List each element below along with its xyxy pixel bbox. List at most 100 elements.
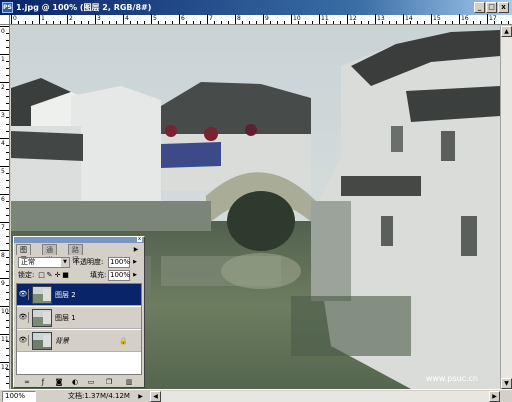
tab-channels[interactable]: 通道 <box>42 244 57 264</box>
fx-icon[interactable]: ƒ <box>38 377 48 387</box>
vertical-scrollbar[interactable]: ▲ ▼ <box>500 26 512 389</box>
ruler-label: 7 <box>209 15 213 22</box>
opacity-arrow-icon[interactable]: ▶ <box>132 257 138 268</box>
close-button[interactable]: x <box>498 2 509 13</box>
window-title: 1.jpg @ 100% (图层 2, RGB/8#) <box>16 3 152 12</box>
ruler-tick <box>39 14 40 24</box>
scroll-up-arrow-icon[interactable]: ▲ <box>501 26 512 37</box>
ruler-label: 10 <box>293 15 301 22</box>
eye-icon[interactable]: 👁 <box>18 312 29 323</box>
tab-paths[interactable]: 路径 <box>68 244 83 264</box>
ruler-tick <box>6 131 9 132</box>
ruler-tick <box>6 376 9 377</box>
window-title-bar[interactable]: PS 1.jpg @ 100% (图层 2, RGB/8#) _ □ x <box>0 0 512 15</box>
status-bar: 100% 文档:1.37M/4.12M ▶ ◀ ▶ <box>0 389 512 402</box>
ruler-origin[interactable] <box>0 15 10 25</box>
fill-label: 填充: <box>90 271 107 279</box>
document-size-info[interactable]: 文档:1.37M/4.12M <box>68 391 130 402</box>
ruler-tick <box>0 26 9 27</box>
ruler-tick <box>6 243 9 244</box>
ruler-tick <box>6 89 9 90</box>
adjustment-icon[interactable]: ◐ <box>70 377 80 387</box>
opacity-field[interactable]: 100% <box>108 257 130 268</box>
fill-field[interactable]: 100% <box>108 270 130 281</box>
ruler-tick <box>6 355 9 356</box>
ruler-tick <box>123 14 124 24</box>
ruler-tick <box>67 14 68 24</box>
ruler-label: 6 <box>1 196 5 203</box>
eye-icon[interactable]: 👁 <box>18 335 29 346</box>
lock-label: 锁定: <box>18 271 35 279</box>
ruler-tick <box>6 341 9 342</box>
scroll-left-arrow-icon[interactable]: ◀ <box>150 391 161 402</box>
ruler-tick <box>6 208 9 209</box>
ruler-tick <box>6 68 9 69</box>
ruler-tick <box>277 21 278 24</box>
blend-mode-select[interactable]: 正常 ▼ <box>18 257 70 268</box>
ruler-tick <box>0 166 9 167</box>
horizontal-scrollbar[interactable]: ◀ ▶ <box>150 391 500 402</box>
ruler-tick <box>6 299 9 300</box>
ruler-tick <box>88 21 89 24</box>
ruler-label: 9 <box>1 280 5 287</box>
ruler-tick <box>53 21 54 24</box>
minimize-button[interactable]: _ <box>474 2 485 13</box>
fill-arrow-icon[interactable]: ▶ <box>132 270 138 281</box>
ruler-label: 3 <box>1 112 5 119</box>
ruler-tick <box>0 362 9 363</box>
lock-all-icon[interactable]: ■ <box>62 271 69 279</box>
ruler-tick <box>473 21 474 24</box>
ruler-tick <box>214 21 215 24</box>
layer-thumbnail <box>32 286 52 304</box>
tab-layers[interactable]: 图层 <box>16 244 31 264</box>
layer-row-layer-1[interactable]: 👁 图层 1 <box>17 307 141 329</box>
lock-image-icon[interactable]: ✎ <box>46 271 53 279</box>
layer-row-background[interactable]: 👁 背景 🔒 <box>17 330 141 352</box>
ruler-tick <box>6 215 9 216</box>
lock-transparency-icon[interactable]: □ <box>38 271 45 279</box>
ruler-tick <box>368 21 369 24</box>
palette-title-grip[interactable]: x <box>14 237 144 243</box>
zoom-field[interactable]: 100% <box>2 391 36 402</box>
watermark-text: www.psuc.cn <box>425 374 478 383</box>
ruler-tick <box>445 21 446 24</box>
scroll-down-arrow-icon[interactable]: ▼ <box>501 378 512 389</box>
maximize-button[interactable]: □ <box>486 2 497 13</box>
ruler-tick <box>6 145 9 146</box>
ruler-label: 5 <box>153 15 157 22</box>
ruler-horizontal[interactable]: 0 1 2 3 4 5 6 7 8 9 10 11 12 13 14 15 16 17 <box>10 14 512 25</box>
ruler-tick <box>6 159 9 160</box>
mask-icon[interactable]: ◙ <box>54 377 64 387</box>
ruler-tick <box>179 14 180 24</box>
ruler-tick <box>0 138 9 139</box>
lock-icon: 🔒 <box>119 337 128 345</box>
ruler-tick <box>6 348 9 349</box>
palette-menu-icon[interactable]: ▶ <box>131 245 141 254</box>
ruler-tick <box>0 194 9 195</box>
ruler-tick <box>25 21 26 24</box>
ruler-tick <box>424 21 425 24</box>
ruler-label: 3 <box>97 15 101 22</box>
palette-close-icon[interactable]: x <box>137 237 142 242</box>
ruler-tick <box>81 21 82 24</box>
ruler-tick <box>361 21 362 24</box>
ruler-tick <box>312 21 313 24</box>
ruler-label: 0 <box>1 28 5 35</box>
ruler-vertical[interactable]: 0 1 2 3 4 5 6 7 8 9 10 11 12 <box>0 25 10 389</box>
status-menu-arrow-icon[interactable]: ▶ <box>136 392 145 401</box>
layers-palette[interactable]: x 图层 通道 路径 ▶ 正常 ▼ 不透明度: 100% ▶ 锁定: □ ✎ ✛… <box>13 236 145 388</box>
folder-icon[interactable]: ▭ <box>86 377 96 387</box>
ruler-tick <box>6 33 9 34</box>
eye-icon[interactable]: 👁 <box>18 289 29 300</box>
layer-row-layer-2[interactable]: 👁 图层 2 <box>17 284 141 306</box>
lock-position-icon[interactable]: ✛ <box>54 271 61 279</box>
ruler-tick <box>270 21 271 24</box>
layer-thumbnail <box>32 332 52 350</box>
link-icon[interactable]: ∞ <box>22 377 32 387</box>
new-layer-icon[interactable]: ❐ <box>104 377 114 387</box>
ruler-tick <box>333 21 334 24</box>
scroll-right-arrow-icon[interactable]: ▶ <box>489 391 500 402</box>
trash-icon[interactable]: ▥ <box>124 377 134 387</box>
ruler-tick <box>18 21 19 24</box>
ruler-tick <box>6 264 9 265</box>
